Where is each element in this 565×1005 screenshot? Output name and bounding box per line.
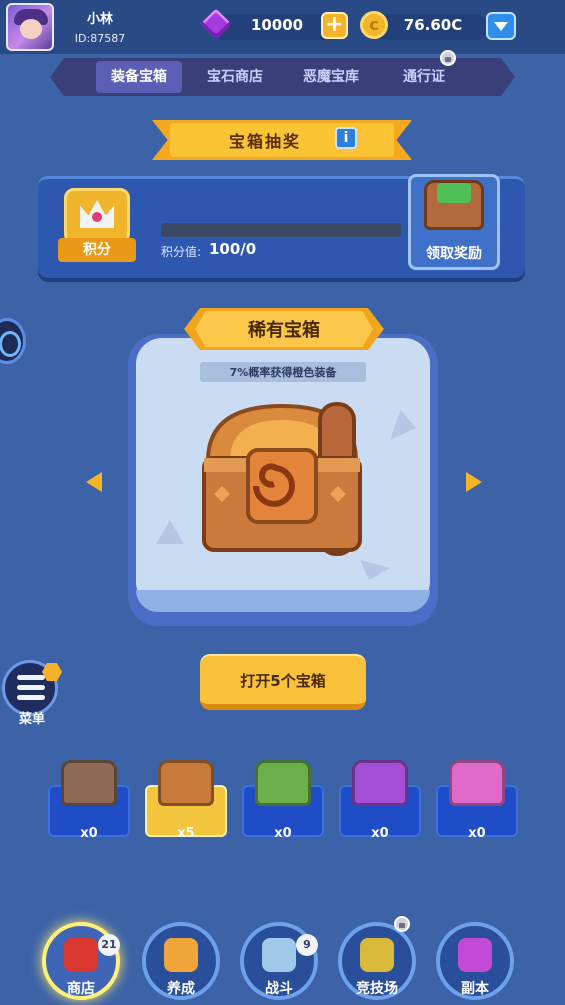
lock-icon bbox=[440, 50, 456, 66]
reward-chest-icon bbox=[424, 180, 484, 230]
nav-shop-label: 商店 bbox=[67, 981, 95, 997]
pink-chest-icon bbox=[449, 760, 505, 806]
chest-slot-count: x0 bbox=[468, 826, 486, 841]
rare-chest-icon[interactable] bbox=[190, 398, 374, 566]
points-caption: 积分值: bbox=[161, 245, 202, 259]
nav-badge: 21 bbox=[98, 934, 120, 956]
chest-slot-count: x0 bbox=[371, 826, 389, 841]
shop-icon bbox=[64, 938, 98, 972]
chest-slot-count: x0 bbox=[274, 826, 292, 841]
lock-icon bbox=[394, 916, 410, 932]
chest-slot-count: x0 bbox=[80, 826, 98, 841]
dungeon-icon bbox=[458, 938, 492, 972]
player-name: 小林 bbox=[86, 12, 113, 27]
menu-icon-line bbox=[17, 695, 45, 700]
add-gems-button[interactable]: + bbox=[321, 12, 348, 39]
coin-value: 76.60C bbox=[403, 16, 463, 34]
player-id: ID:87587 bbox=[74, 32, 126, 45]
tab-demon-vault[interactable]: 恶魔宝库 bbox=[288, 58, 374, 96]
silver-chest-icon bbox=[61, 760, 117, 806]
chest-card-base bbox=[136, 590, 430, 612]
open-chests-label: 打开5个宝箱 bbox=[240, 672, 326, 690]
drop-chance-text: 7%概率获得橙色装备 bbox=[229, 366, 337, 379]
battle-icon bbox=[262, 938, 296, 972]
chest-slot-count: x5 bbox=[177, 826, 195, 841]
points-progress-track bbox=[161, 223, 401, 237]
claim-reward-label: 领取奖励 bbox=[426, 246, 482, 262]
nav-upgrade-label: 养成 bbox=[167, 981, 195, 997]
crown-gem-icon bbox=[92, 212, 102, 222]
next-chest-arrow[interactable] bbox=[462, 470, 484, 494]
nav-badge: 9 bbox=[296, 934, 318, 956]
chest-title: 稀有宝箱 bbox=[248, 320, 320, 341]
avatar-face bbox=[20, 19, 42, 39]
purple-chest-icon bbox=[352, 760, 408, 806]
menu-icon-line bbox=[17, 685, 45, 690]
info-button[interactable]: i bbox=[335, 127, 357, 149]
arena-icon bbox=[360, 938, 394, 972]
coin-icon: c bbox=[360, 11, 388, 39]
nav-dungeon-label: 副本 bbox=[461, 981, 489, 997]
upgrade-icon bbox=[164, 938, 198, 972]
previous-chest-arrow[interactable] bbox=[84, 470, 106, 494]
section-title: 宝箱抽奖 bbox=[228, 132, 301, 151]
player-avatar[interactable] bbox=[6, 3, 54, 51]
menu-label: 菜单 bbox=[18, 712, 45, 727]
tab-gem-shop[interactable]: 宝石商店 bbox=[192, 58, 278, 96]
nav-battle-label: 战斗 bbox=[265, 981, 293, 997]
nav-arena-label: 竞技场 bbox=[356, 981, 398, 997]
points-badge-label: 积分 bbox=[58, 238, 136, 262]
green-chest-icon bbox=[255, 760, 311, 806]
tab-equipment-chest[interactable]: 装备宝箱 bbox=[96, 61, 182, 93]
side-event-icon[interactable] bbox=[0, 318, 26, 364]
bronze-chest-icon bbox=[158, 760, 214, 806]
menu-icon-line bbox=[17, 675, 45, 680]
points-value: 100/0 bbox=[209, 240, 257, 258]
expand-dropdown-button[interactable] bbox=[486, 12, 516, 40]
gem-value: 10000 bbox=[250, 16, 304, 34]
